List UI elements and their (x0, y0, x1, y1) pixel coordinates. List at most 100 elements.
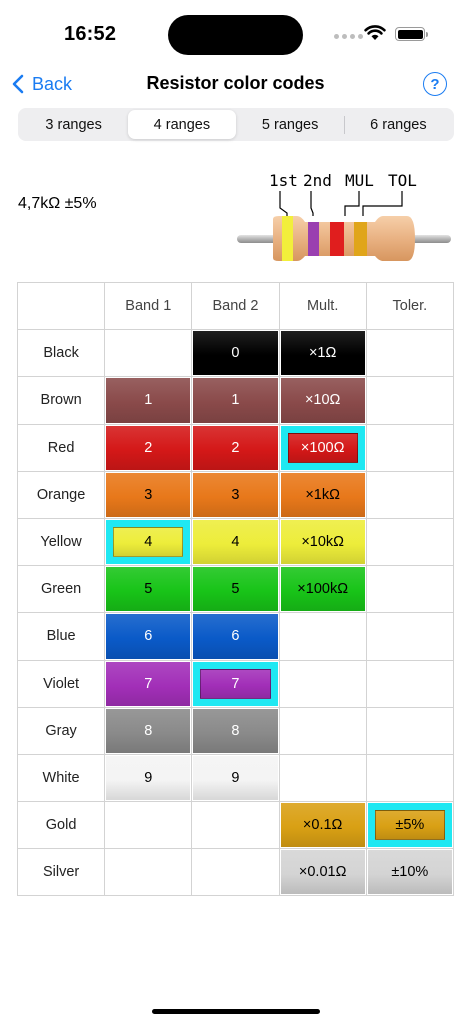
ranges-segmented-control: 3 ranges 4 ranges 5 ranges 6 ranges (18, 108, 454, 141)
tolerance-cell (365, 517, 454, 567)
color-swatch: 4 (193, 519, 278, 565)
band1-cell[interactable]: 8 (104, 706, 193, 755)
color-swatch: 9 (193, 755, 278, 801)
color-swatch: 0 (193, 331, 278, 376)
segment-6-ranges[interactable]: 6 ranges (345, 110, 452, 139)
band1-cell[interactable]: 9 (104, 753, 193, 803)
multiplier-cell (278, 706, 367, 755)
page-title: Resistor color codes (146, 73, 325, 93)
tolerance-cell (365, 706, 454, 755)
cell-value: 3 (144, 486, 153, 503)
cell-value: ×100Ω (300, 439, 345, 456)
band2-cell[interactable]: 5 (191, 565, 280, 614)
cell-value: 2 (231, 439, 240, 456)
band1-cell[interactable]: 1 (104, 376, 193, 425)
tolerance-cell (365, 376, 454, 425)
dynamic-island (168, 15, 303, 55)
band1-cell[interactable]: 6 (104, 612, 193, 661)
color-swatch: ±5% (367, 803, 452, 848)
band2-cell[interactable]: 4 (191, 517, 280, 567)
multiplier-cell[interactable]: ×10kΩ (278, 517, 367, 567)
row-color-name: Black (16, 329, 106, 378)
color-swatch: 8 (106, 708, 191, 753)
table-row: Brown 1 1 ×10Ω (16, 376, 454, 425)
color-swatch: ×10Ω (280, 378, 365, 423)
row-color-name: Brown (16, 376, 106, 425)
multiplier-cell[interactable]: ×10Ω (278, 376, 367, 425)
cell-value: 9 (144, 769, 153, 786)
segment-3-ranges[interactable]: 3 ranges (20, 110, 127, 139)
color-swatch: 6 (193, 614, 278, 659)
resistor-value: 4,7kΩ ±5% (18, 195, 97, 212)
cell-value: 0 (231, 345, 240, 362)
color-swatch: 4 (106, 519, 191, 565)
tolerance-cell (365, 612, 454, 661)
row-color-name: Yellow (16, 517, 106, 567)
multiplier-cell[interactable]: ×0.1Ω (278, 801, 367, 850)
column-header: Band 1 (104, 281, 193, 331)
multiplier-cell[interactable]: ×1Ω (278, 329, 367, 378)
cell-value: 4 (144, 534, 153, 551)
table-row: Red 2 2 ×100Ω (16, 423, 454, 472)
cell-value: 5 (144, 581, 153, 598)
cell-value: ×1kΩ (305, 486, 340, 503)
multiplier-cell (278, 659, 367, 708)
band2-cell[interactable]: 3 (191, 470, 280, 519)
cell-value: 9 (231, 769, 240, 786)
table-row: Blue 6 6 (16, 612, 454, 661)
band2-cell[interactable]: 2 (191, 423, 280, 472)
cell-value: ±10% (391, 864, 429, 881)
cell-value: 2 (144, 439, 153, 456)
table-row: Gold ×0.1Ω ±5% (16, 801, 454, 850)
band2-cell[interactable]: 1 (191, 376, 280, 425)
color-swatch: ×0.01Ω (280, 850, 365, 895)
column-header: Band 2 (191, 281, 280, 331)
cell-value: ×1Ω (308, 345, 337, 362)
multiplier-cell (278, 753, 367, 803)
cell-value: 8 (231, 722, 240, 739)
cell-value: 1 (144, 392, 153, 409)
band1-cell[interactable]: 2 (104, 423, 193, 472)
help-button[interactable]: ? (423, 72, 447, 96)
band1-cell[interactable]: 3 (104, 470, 193, 519)
cell-value: ×0.01Ω (298, 864, 347, 881)
table-row: Violet 7 7 (16, 659, 454, 708)
resistor-icon (237, 191, 451, 261)
cell-value: ×0.1Ω (302, 817, 343, 834)
row-color-name: Blue (16, 612, 106, 661)
tolerance-cell (365, 753, 454, 803)
multiplier-cell (278, 612, 367, 661)
cell-value: ×100kΩ (297, 581, 349, 598)
question-icon: ? (430, 75, 440, 93)
color-swatch: 5 (106, 567, 191, 612)
cell-value: ×10Ω (304, 392, 341, 409)
tolerance-cell[interactable]: ±5% (365, 801, 454, 850)
color-swatch: ×1kΩ (280, 472, 365, 517)
segment-5-ranges[interactable]: 5 ranges (237, 110, 344, 139)
multiplier-cell[interactable]: ×1kΩ (278, 470, 367, 519)
color-swatch: 1 (193, 378, 278, 423)
cell-value: 7 (231, 675, 240, 692)
multiplier-cell[interactable]: ×100kΩ (278, 565, 367, 614)
band2-cell[interactable]: 7 (191, 659, 280, 708)
band1-cell[interactable]: 5 (104, 565, 193, 614)
multiplier-cell[interactable]: ×100Ω (278, 423, 367, 472)
band2-cell[interactable]: 0 (191, 329, 280, 378)
row-color-name: Gold (16, 801, 106, 850)
band2-cell[interactable]: 9 (191, 753, 280, 803)
band2-cell[interactable]: 8 (191, 706, 280, 755)
band1-cell[interactable]: 7 (104, 659, 193, 708)
segment-4-ranges[interactable]: 4 ranges (128, 110, 236, 139)
table-row: Silver ×0.01Ω ±10% (16, 848, 454, 897)
band2-cell[interactable]: 6 (191, 612, 280, 661)
color-swatch: 5 (193, 567, 278, 612)
column-header: Toler. (365, 281, 454, 331)
row-color-name: Violet (16, 659, 106, 708)
multiplier-cell[interactable]: ×0.01Ω (278, 848, 367, 897)
band1-cell[interactable]: 4 (104, 517, 193, 567)
color-swatch: ×1Ω (280, 331, 365, 376)
table-row: Gray 8 8 (16, 706, 454, 755)
tolerance-cell (365, 565, 454, 614)
tolerance-cell[interactable]: ±10% (365, 848, 454, 897)
cell-value: 3 (231, 486, 240, 503)
